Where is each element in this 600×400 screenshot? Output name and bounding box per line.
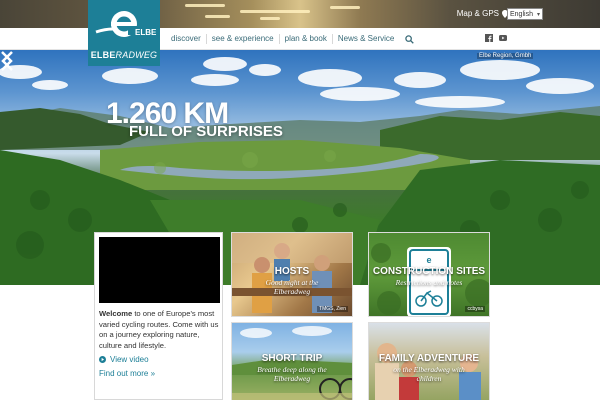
tile-family-subtitle: on the Elberadweg with children <box>393 365 465 383</box>
hero-subtitle: FULL OF SURPRISES <box>129 123 283 140</box>
language-value: English <box>510 10 533 18</box>
play-icon <box>99 356 106 363</box>
intro-welcome: Welcome <box>99 309 133 318</box>
youtube-icon[interactable] <box>499 34 507 42</box>
tile-hosts-credit: TMGS, Zien <box>317 306 348 312</box>
hero-credit: Elbe Region, Gmbh <box>477 53 534 59</box>
tile-hosts-subtitle: Good night at the Elberadweg <box>265 278 319 296</box>
view-video-label: View video <box>110 355 149 364</box>
nav-news-service[interactable]: News & Service <box>333 34 399 44</box>
tile-hosts-title: HOSTS <box>274 266 310 277</box>
video-player[interactable] <box>99 237 220 303</box>
tile-construction-credit: ccbysa <box>465 306 485 312</box>
tile-construction-subtitle: Restrictions and notes <box>395 278 463 287</box>
intro-box: Welcome to one of Europe's most varied c… <box>94 232 223 400</box>
tile-family-adventure[interactable]: FAMILY ADVENTURE on the Elberadweg with … <box>368 322 490 400</box>
chevron-down-icon: ▾ <box>536 11 540 18</box>
nav-see-experience[interactable]: see & experience <box>207 34 280 44</box>
facebook-icon[interactable] <box>485 34 493 42</box>
tile-construction-sites[interactable]: e CONSTRUCTION SITES Restrictions and no… <box>368 232 490 317</box>
view-video-link[interactable]: View video <box>99 355 149 364</box>
map-gps-label: Map & GPS <box>456 9 499 18</box>
logo-name: ELBERADWEG <box>88 50 160 60</box>
intro-text: Welcome to one of Europe's most varied c… <box>99 309 223 351</box>
logo-mark-letters: ELBE <box>135 28 157 37</box>
tile-construction-title: CONSTRUCTION SITES <box>372 266 486 277</box>
svg-text:e: e <box>426 255 431 265</box>
search-icon[interactable] <box>405 34 415 44</box>
logo-mark: ELBE <box>95 11 157 37</box>
logo-name-part2: RADWEG <box>115 50 158 60</box>
tile-short-trip-subtitle: Breathe deep along the Elberadweg <box>257 365 327 383</box>
logo-name-part1: ELBE <box>90 50 116 60</box>
page: Map & GPS English ▾ discover see & exper… <box>0 0 600 400</box>
find-out-more-link[interactable]: Find out more » <box>99 369 155 378</box>
language-select[interactable]: English ▾ <box>507 8 543 20</box>
arrow-right-icon[interactable] <box>0 50 14 72</box>
map-gps-link[interactable]: Map & GPS <box>457 9 508 18</box>
nav-discover[interactable]: discover <box>166 34 207 44</box>
tile-short-trip[interactable]: SHORT TRIP Breathe deep along the Elbera… <box>231 322 353 400</box>
nav-plan-book[interactable]: plan & book <box>280 34 333 44</box>
tile-short-trip-title: SHORT TRIP <box>261 353 323 364</box>
tile-family-title: FAMILY ADVENTURE <box>378 353 480 364</box>
site-logo[interactable]: ELBE ELBERADWEG <box>88 0 160 66</box>
tile-hosts[interactable]: HOSTS Good night at the Elberadweg TMGS,… <box>231 232 353 317</box>
